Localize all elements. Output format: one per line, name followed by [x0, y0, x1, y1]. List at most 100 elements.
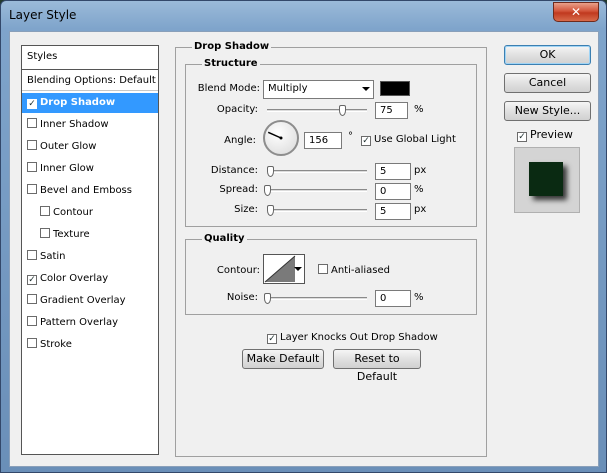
cancel-button[interactable]: Cancel — [504, 73, 591, 93]
style-item-drop-shadow[interactable]: ✓ Drop Shadow — [22, 93, 158, 113]
reset-to-default-button[interactable]: Reset to Default — [333, 349, 421, 383]
anti-aliased-label: Anti-aliased — [331, 265, 391, 276]
opacity-unit: % — [414, 104, 424, 115]
contour-picker[interactable] — [263, 254, 305, 284]
opacity-slider[interactable] — [267, 105, 367, 116]
style-item-checkbox[interactable] — [27, 184, 37, 194]
style-item-color-overlay[interactable]: ✓ Color Overlay — [22, 269, 158, 289]
style-item-label: Drop Shadow — [40, 97, 116, 108]
make-default-button[interactable]: Make Default — [242, 349, 324, 369]
structure-title: Structure — [202, 58, 260, 69]
angle-indicator — [267, 131, 283, 140]
size-slider-thumb[interactable] — [267, 205, 274, 216]
style-item-checkbox[interactable] — [27, 316, 37, 326]
style-item-inner-shadow[interactable]: Inner Shadow — [22, 115, 158, 135]
style-item-label: Inner Shadow — [40, 119, 109, 130]
style-item-label: Texture — [53, 229, 90, 240]
style-item-checkbox[interactable] — [40, 206, 50, 216]
drop-shadow-title: Drop Shadow — [192, 41, 272, 52]
style-item-checkbox[interactable]: ✓ — [27, 275, 37, 285]
style-item-contour[interactable]: Contour — [22, 203, 158, 223]
style-item-checkbox[interactable]: ✓ — [27, 99, 37, 109]
blend-mode-label: Blend Mode: — [197, 83, 260, 94]
style-item-checkbox[interactable] — [27, 118, 37, 128]
angle-label: Angle: — [224, 135, 256, 146]
new-style-button[interactable]: New Style... — [504, 101, 591, 121]
distance-label: Distance: — [210, 165, 258, 176]
ok-button[interactable]: OK — [504, 45, 591, 65]
distance-unit: px — [414, 165, 427, 176]
shadow-color-swatch[interactable] — [380, 81, 410, 96]
noise-label: Noise: — [226, 292, 258, 303]
distance-slider[interactable] — [267, 166, 367, 177]
noise-unit: % — [414, 292, 424, 303]
noise-slider[interactable] — [264, 293, 367, 304]
spread-slider-thumb[interactable] — [264, 185, 271, 196]
style-item-label: Stroke — [40, 339, 72, 350]
chevron-down-icon[interactable] — [294, 267, 302, 271]
style-item-checkbox[interactable] — [27, 250, 37, 260]
style-item-inner-glow[interactable]: Inner Glow — [22, 159, 158, 179]
spread-unit: % — [414, 184, 424, 195]
style-item-label: Pattern Overlay — [40, 317, 119, 328]
blend-mode-select[interactable]: Multiply — [263, 80, 374, 99]
close-button[interactable]: ✕ — [553, 2, 599, 22]
anti-aliased-checkbox[interactable]: Anti-aliased — [318, 264, 390, 276]
spread-input[interactable]: 0 — [375, 183, 411, 200]
drop-shadow-group: Drop Shadow Structure Blend Mode: Multip… — [175, 41, 487, 457]
style-item-checkbox[interactable] — [27, 338, 37, 348]
use-global-light-checkbox[interactable]: ✓ Use Global Light — [361, 134, 456, 146]
style-item-label: Color Overlay — [40, 273, 109, 284]
style-preview — [514, 147, 580, 213]
noise-slider-thumb[interactable] — [264, 293, 271, 304]
preview-checkbox[interactable]: ✓ Preview — [517, 128, 573, 142]
preview-swatch — [529, 162, 563, 196]
style-item-outer-glow[interactable]: Outer Glow — [22, 137, 158, 157]
layer-knocks-out-check[interactable]: ✓ — [267, 334, 277, 344]
style-item-stroke[interactable]: Stroke — [22, 335, 158, 355]
preview-label: Preview — [530, 128, 573, 141]
spread-label: Spread: — [219, 184, 258, 195]
title-bar[interactable]: Layer Style ✕ — [1, 1, 606, 31]
contour-linear-icon — [264, 255, 296, 283]
styles-header[interactable]: Styles — [22, 46, 158, 70]
use-global-light-label: Use Global Light — [374, 134, 456, 145]
size-input[interactable]: 5 — [375, 203, 411, 220]
size-unit: px — [414, 204, 427, 215]
style-item-checkbox[interactable] — [27, 140, 37, 150]
use-global-light-check[interactable]: ✓ — [361, 136, 371, 146]
size-slider[interactable] — [267, 205, 367, 216]
style-item-checkbox[interactable] — [27, 162, 37, 172]
distance-input[interactable]: 5 — [375, 163, 411, 180]
style-item-label: Bevel and Emboss — [40, 185, 132, 196]
opacity-slider-thumb[interactable] — [339, 105, 346, 116]
opacity-input[interactable]: 75 — [375, 102, 408, 119]
styles-list: Styles Blending Options: Default ✓ Drop Sh… — [21, 45, 159, 455]
noise-input[interactable]: 0 — [375, 290, 411, 307]
spread-slider[interactable] — [264, 185, 367, 196]
dialog-body: Styles Blending Options: Default ✓ Drop Sh… — [9, 31, 599, 467]
anti-aliased-check[interactable] — [318, 264, 328, 274]
layer-knocks-out-label: Layer Knocks Out Drop Shadow — [280, 332, 438, 343]
layer-knocks-out-checkbox[interactable]: ✓ Layer Knocks Out Drop Shadow — [267, 332, 438, 344]
style-item-bevel-and-emboss[interactable]: Bevel and Emboss — [22, 181, 158, 201]
style-item-checkbox[interactable] — [27, 294, 37, 304]
distance-slider-thumb[interactable] — [267, 166, 274, 177]
size-label: Size: — [234, 204, 258, 215]
style-item-texture[interactable]: Texture — [22, 225, 158, 245]
style-item-blending-options-default[interactable]: Blending Options: Default — [22, 71, 158, 91]
angle-input[interactable]: 156 — [304, 132, 342, 149]
angle-dial[interactable] — [263, 120, 299, 156]
layer-style-dialog: Layer Style ✕ Styles Blending Options: D… — [0, 0, 607, 473]
style-item-checkbox[interactable] — [40, 228, 50, 238]
style-item-label: Blending Options: Default — [27, 75, 156, 86]
style-item-gradient-overlay[interactable]: Gradient Overlay — [22, 291, 158, 311]
dialog-title: Layer Style — [9, 8, 77, 22]
blend-mode-value: Multiply — [268, 83, 308, 94]
contour-label: Contour: — [216, 265, 260, 276]
quality-title: Quality — [202, 233, 247, 244]
style-item-pattern-overlay[interactable]: Pattern Overlay — [22, 313, 158, 333]
preview-check[interactable]: ✓ — [517, 132, 527, 142]
style-item-satin[interactable]: Satin — [22, 247, 158, 267]
quality-group: Quality Contour: Anti-aliased Noise: 0 % — [185, 233, 477, 315]
